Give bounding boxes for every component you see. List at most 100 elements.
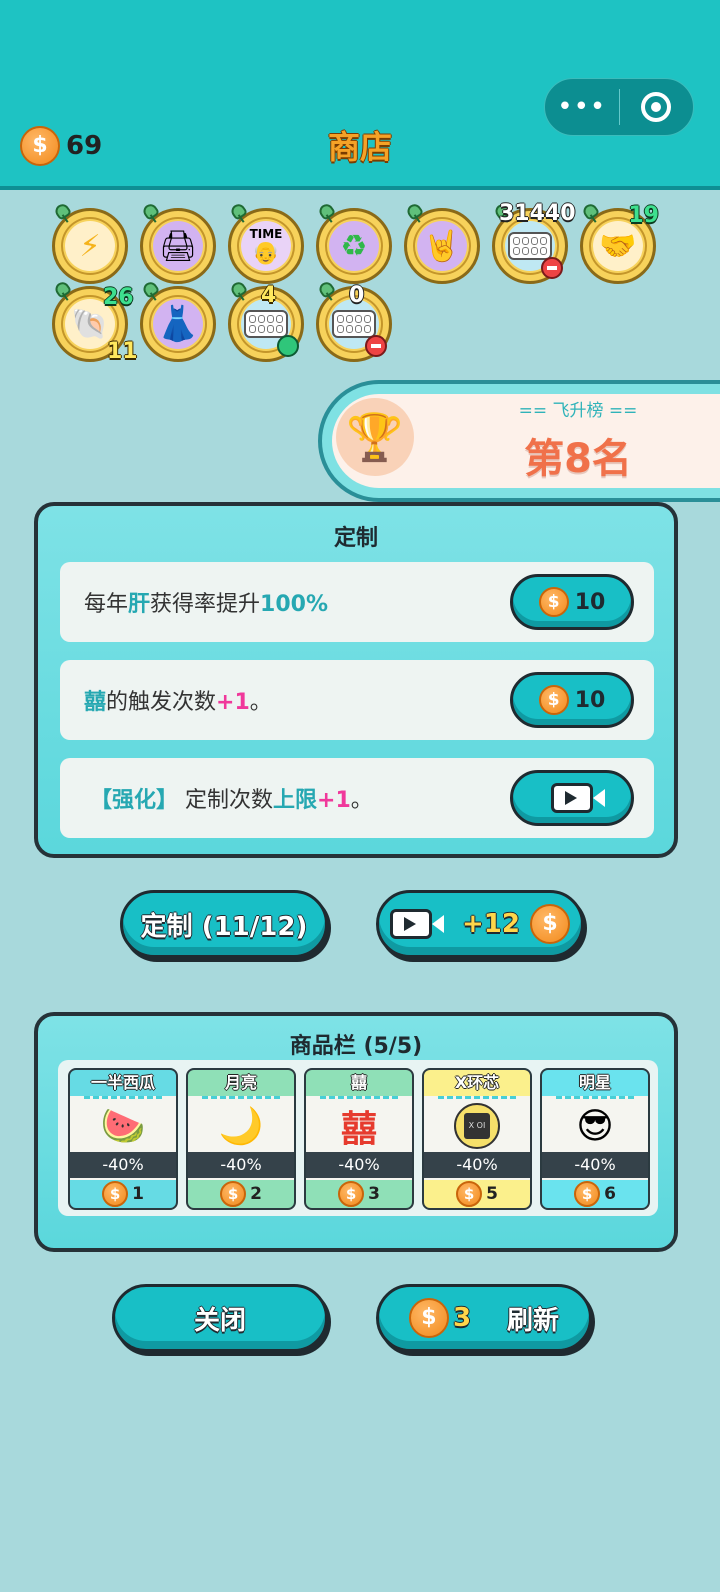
shop-item[interactable]: 一半西瓜 🍉 -40% $1 [68,1068,178,1210]
badge-magazine[interactable]: TIME 👴 [228,208,304,284]
badge-rock-hand[interactable]: 🤘 [404,208,480,284]
more-dots-icon[interactable]: ••• [545,82,619,132]
moon-icon: 🌙 [218,1106,264,1147]
badge-skirt[interactable]: 👗 [140,286,216,362]
video-camera-icon [390,909,445,939]
pin-icon [225,201,250,226]
watermelon-icon: 🍉 [100,1106,146,1147]
magazine-label: TIME [249,226,283,241]
custom-count-label: 定制 (11/12) [140,911,308,942]
custom-option-text: 囍的触发次数+1。 [84,690,272,715]
badge-lightning[interactable]: ⚡ [52,208,128,284]
coin-icon: $ [408,1298,449,1338]
pin-icon [313,279,338,304]
badge-egg-tray-2[interactable]: 4 [228,283,304,362]
pin-icon [225,279,250,304]
pin-icon [137,201,162,226]
shop-panel-title: 商品栏 (5/5) [289,1034,423,1059]
badge-shell[interactable]: 🐚 26 11 [52,285,138,364]
badge-printer[interactable]: 🖨 [140,208,216,284]
option-price: 10 [574,589,606,615]
refresh-label: 刷新 [507,1305,560,1336]
item-discount: -40% [188,1152,294,1178]
printer-icon: 🖨 [153,221,203,271]
coin-icon: $ [538,587,569,617]
badge-handshake[interactable]: 🤝 19 [580,203,659,284]
pin-icon [137,279,162,304]
shop-shelf: 一半西瓜 🍉 -40% $1 月亮 🌙 -40% $2 囍 囍 -40% $ 3… [58,1060,658,1216]
coin-icon: $ [456,1181,483,1207]
badge-count: 31440 [499,201,576,226]
coin-icon: $ [538,685,569,715]
item-name: 一半西瓜 [90,1073,155,1092]
pin-icon [577,201,602,226]
custom-option-row: 每年肝获得率提升100% $ 10 [60,562,654,642]
close-label: 关闭 [193,1305,246,1336]
badge-count: 4 [261,283,277,308]
badge-sub-count: 11 [107,339,138,364]
shop-item[interactable]: 月亮 🌙 -40% $2 [186,1068,296,1210]
item-discount: -40% [424,1152,530,1178]
rock-hand-icon: 🤘 [417,221,467,271]
video-bonus-amount: +12 [462,909,520,939]
custom-option-row: 囍的触发次数+1。 $ 10 [60,660,654,740]
shop-item[interactable]: X环芯 X OI -40% $5 [422,1068,532,1210]
custom-option-text: 每年肝获得率提升100% [84,592,329,617]
trophy-icon: 🏆 [336,398,414,476]
badge-count: 26 [103,285,134,310]
custom-count-button[interactable]: 定制 (11/12) [120,890,328,958]
coin-icon: $ [102,1181,129,1207]
badge-count: 0 [349,283,365,308]
refresh-button[interactable]: $ 3 刷新 [376,1284,592,1352]
close-button[interactable]: 关闭 [112,1284,328,1352]
badge-egg-tray-1[interactable]: 31440 [492,201,576,284]
item-discount: -40% [542,1152,648,1178]
magazine-icon: TIME 👴 [241,221,291,271]
custom-option-row: 【强化】 定制次数上限+1。 [60,758,654,838]
mini-program-capsule: ••• [544,78,694,136]
pin-icon [401,201,426,226]
status-dot-icon [277,335,299,357]
remove-icon[interactable] [541,257,563,279]
shop-panel: 商品栏 (5/5) 一半西瓜 🍉 -40% $1 月亮 🌙 -40% $2 囍 [34,1012,678,1252]
pin-icon [313,201,338,226]
shop-item[interactable]: 明星 😎 -40% $6 [540,1068,650,1210]
item-name: 囍 [350,1073,367,1092]
shop-item[interactable]: 囍 囍 -40% $3 [304,1068,414,1210]
ranking-label: == 飞升榜 == [518,401,638,421]
video-bonus-button[interactable]: +12 $ [376,890,584,958]
double-happiness-icon: 囍 [340,1109,377,1150]
item-name: X环芯 [454,1073,500,1092]
custom-panel: 定制 每年肝获得率提升100% $ 10 囍的触发次数+1。 $ 10 【强化】… [34,502,678,858]
buy-option-button[interactable]: $ 10 [510,672,634,728]
custom-panel-title: 定制 [333,526,378,551]
coin-icon: $ [574,1181,601,1207]
lightning-icon: ⚡ [65,221,115,271]
badge-recycle[interactable]: ♻ [316,208,392,284]
ranking-place: 第8名 [524,436,632,482]
close-mini-program-button[interactable] [620,92,694,122]
item-discount: -40% [306,1152,412,1178]
top-bar: $ 69 商店 ••• [0,0,720,190]
badge-count: 19 [628,203,659,228]
skirt-icon: 👗 [153,299,203,349]
item-price: $2 [188,1180,294,1208]
recycle-icon: ♻ [329,221,379,271]
watch-video-button[interactable] [510,770,634,826]
target-icon [641,92,672,122]
buy-option-button[interactable]: $ 10 [510,574,634,630]
item-name: 明星 [578,1073,611,1092]
remove-icon[interactable] [365,335,387,357]
ranking-card[interactable]: 🏆 == 飞升榜 == 第8名 [318,380,720,502]
item-discount: -40% [70,1152,176,1178]
custom-option-text: 【强化】 定制次数上限+1。 [90,788,373,813]
pin-icon [49,201,74,226]
option-price: 10 [574,687,606,713]
badge-egg-tray-3[interactable]: 0 [316,283,392,362]
handshake-icon: 🤝 [593,221,643,271]
coin-icon: $ [338,1181,365,1207]
item-price: $6 [542,1180,648,1208]
item-name: 月亮 [224,1073,257,1092]
refresh-cost: 3 [452,1303,472,1333]
coin-icon: $ [529,904,570,944]
